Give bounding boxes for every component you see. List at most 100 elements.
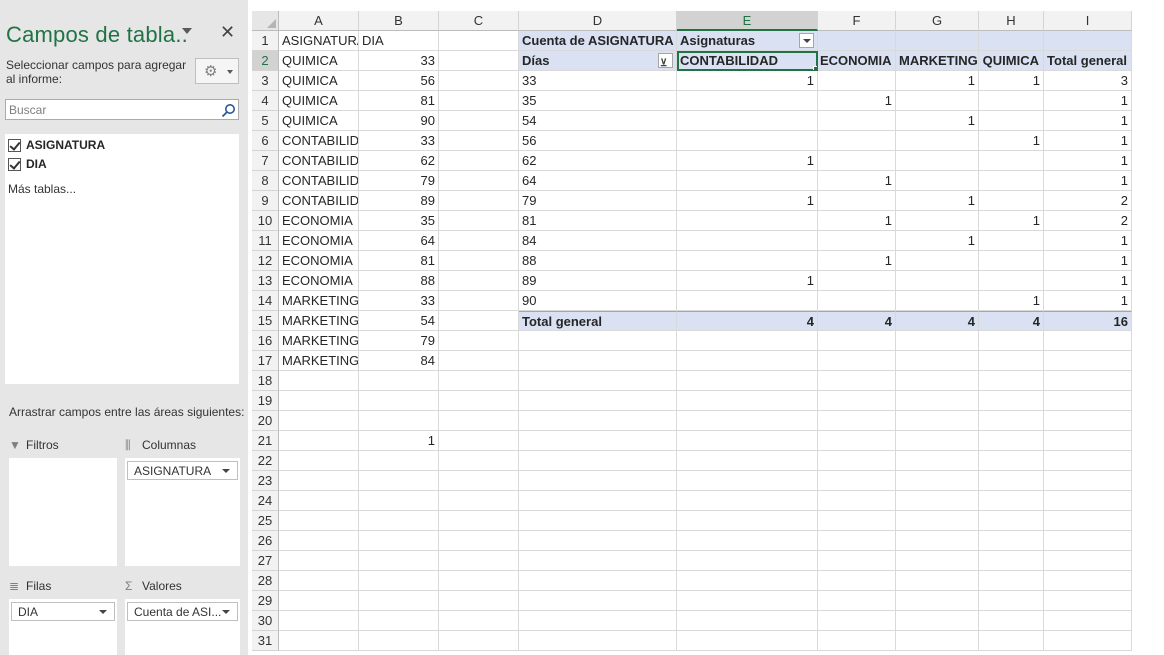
cell-g19[interactable] xyxy=(896,391,979,411)
cell-f14[interactable] xyxy=(818,291,896,311)
cell-d10[interactable]: 81 xyxy=(519,211,677,231)
cell-h10[interactable]: 1 xyxy=(979,211,1044,231)
values-field-chip[interactable]: Cuenta de ASI... xyxy=(127,602,238,621)
cell-c20[interactable] xyxy=(439,411,519,431)
cell-c1[interactable] xyxy=(439,31,519,51)
column-header-g[interactable]: G xyxy=(896,11,979,31)
cell-h13[interactable] xyxy=(979,271,1044,291)
cell-c9[interactable] xyxy=(439,191,519,211)
cell-h7[interactable] xyxy=(979,151,1044,171)
cell-a27[interactable] xyxy=(279,551,359,571)
cell-e29[interactable] xyxy=(677,591,818,611)
pane-title-dropdown-icon[interactable] xyxy=(182,28,192,34)
cell-f2[interactable]: ECONOMIA xyxy=(818,51,896,71)
cell-f8[interactable]: 1 xyxy=(818,171,896,191)
cell-d27[interactable] xyxy=(519,551,677,571)
row-header[interactable]: 7 xyxy=(252,151,279,171)
row-header[interactable]: 20 xyxy=(252,411,279,431)
cell-b28[interactable] xyxy=(359,571,439,591)
cell-f30[interactable] xyxy=(818,611,896,631)
cell-e18[interactable] xyxy=(677,371,818,391)
row-header[interactable]: 1 xyxy=(252,31,279,51)
cell-c31[interactable] xyxy=(439,631,519,651)
cell-f20[interactable] xyxy=(818,411,896,431)
cell-e19[interactable] xyxy=(677,391,818,411)
cell-e21[interactable] xyxy=(677,431,818,451)
cell-b11[interactable]: 64 xyxy=(359,231,439,251)
cell-h14[interactable]: 1 xyxy=(979,291,1044,311)
cell-e10[interactable] xyxy=(677,211,818,231)
cell-c16[interactable] xyxy=(439,331,519,351)
cell-h6[interactable]: 1 xyxy=(979,131,1044,151)
cell-b16[interactable]: 79 xyxy=(359,331,439,351)
row-header[interactable]: 5 xyxy=(252,111,279,131)
cell-g29[interactable] xyxy=(896,591,979,611)
cell-a6[interactable]: CONTABILIDAD xyxy=(279,131,359,151)
cell-b4[interactable]: 81 xyxy=(359,91,439,111)
cell-a21[interactable] xyxy=(279,431,359,451)
cell-i8[interactable]: 1 xyxy=(1044,171,1132,191)
cell-b9[interactable]: 89 xyxy=(359,191,439,211)
cell-e30[interactable] xyxy=(677,611,818,631)
cell-c10[interactable] xyxy=(439,211,519,231)
cell-h27[interactable] xyxy=(979,551,1044,571)
cell-f19[interactable] xyxy=(818,391,896,411)
row-header[interactable]: 19 xyxy=(252,391,279,411)
cell-h2[interactable]: QUIMICA xyxy=(979,51,1044,71)
row-header[interactable]: 6 xyxy=(252,131,279,151)
cell-h15[interactable]: 4 xyxy=(979,311,1044,331)
row-header[interactable]: 26 xyxy=(252,531,279,551)
row-header[interactable]: 24 xyxy=(252,491,279,511)
cell-d9[interactable]: 79 xyxy=(519,191,677,211)
row-header[interactable]: 11 xyxy=(252,231,279,251)
cell-f3[interactable] xyxy=(818,71,896,91)
cell-e3[interactable]: 1 xyxy=(677,71,818,91)
cell-a11[interactable]: ECONOMIA xyxy=(279,231,359,251)
cell-i26[interactable] xyxy=(1044,531,1132,551)
cell-e9[interactable]: 1 xyxy=(677,191,818,211)
cell-i23[interactable] xyxy=(1044,471,1132,491)
cell-f4[interactable]: 1 xyxy=(818,91,896,111)
cell-h29[interactable] xyxy=(979,591,1044,611)
cell-c30[interactable] xyxy=(439,611,519,631)
cell-e27[interactable] xyxy=(677,551,818,571)
cell-a9[interactable]: CONTABILIDAD xyxy=(279,191,359,211)
cell-f16[interactable] xyxy=(818,331,896,351)
cell-g1[interactable] xyxy=(896,31,979,51)
cell-i31[interactable] xyxy=(1044,631,1132,651)
cell-i2[interactable]: Total general xyxy=(1044,51,1132,71)
cell-d16[interactable] xyxy=(519,331,677,351)
cell-f5[interactable] xyxy=(818,111,896,131)
rows-drop-zone[interactable]: DIA xyxy=(9,599,117,655)
cell-d24[interactable] xyxy=(519,491,677,511)
row-header[interactable]: 13 xyxy=(252,271,279,291)
row-header[interactable]: 21 xyxy=(252,431,279,451)
cell-d14[interactable]: 90 xyxy=(519,291,677,311)
cell-b6[interactable]: 33 xyxy=(359,131,439,151)
cell-b29[interactable] xyxy=(359,591,439,611)
cell-a12[interactable]: ECONOMIA xyxy=(279,251,359,271)
cell-b12[interactable]: 81 xyxy=(359,251,439,271)
cell-a4[interactable]: QUIMICA xyxy=(279,91,359,111)
cell-f15[interactable]: 4 xyxy=(818,311,896,331)
row-header[interactable]: 16 xyxy=(252,331,279,351)
cell-i19[interactable] xyxy=(1044,391,1132,411)
cell-h4[interactable] xyxy=(979,91,1044,111)
cell-b10[interactable]: 35 xyxy=(359,211,439,231)
cell-e6[interactable] xyxy=(677,131,818,151)
cell-g16[interactable] xyxy=(896,331,979,351)
cell-g30[interactable] xyxy=(896,611,979,631)
cell-b8[interactable]: 79 xyxy=(359,171,439,191)
cell-e13[interactable]: 1 xyxy=(677,271,818,291)
cell-g14[interactable] xyxy=(896,291,979,311)
cell-g15[interactable]: 4 xyxy=(896,311,979,331)
cell-e23[interactable] xyxy=(677,471,818,491)
cell-f23[interactable] xyxy=(818,471,896,491)
cell-h23[interactable] xyxy=(979,471,1044,491)
cell-b13[interactable]: 88 xyxy=(359,271,439,291)
cell-h17[interactable] xyxy=(979,351,1044,371)
cell-a25[interactable] xyxy=(279,511,359,531)
cell-i21[interactable] xyxy=(1044,431,1132,451)
cell-c6[interactable] xyxy=(439,131,519,151)
cell-e17[interactable] xyxy=(677,351,818,371)
